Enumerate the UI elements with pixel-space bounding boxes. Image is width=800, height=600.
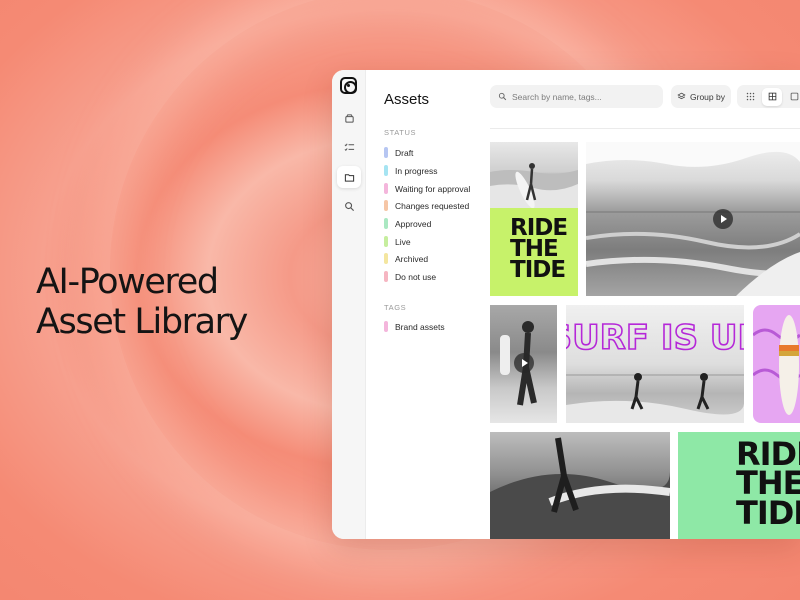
tag-label: Brand assets xyxy=(395,321,445,332)
headline-line-1: AI-Powered xyxy=(36,262,219,302)
surfboard-image xyxy=(753,315,800,415)
search-icon[interactable] xyxy=(337,195,361,217)
group-by-button[interactable]: Group by xyxy=(671,85,731,108)
play-icon[interactable] xyxy=(713,209,733,229)
status-item-approved[interactable]: Approved xyxy=(384,217,431,230)
play-icon[interactable] xyxy=(514,353,534,373)
view-grid-large-button[interactable] xyxy=(762,87,782,106)
status-dot xyxy=(384,218,388,229)
asset-tile-surfer-walking-video[interactable] xyxy=(490,305,557,423)
square-icon xyxy=(790,92,798,101)
poster-ride-the-tide-lime: RIDE THE TIDE xyxy=(510,216,568,284)
status-item-changes-requested[interactable]: Changes requested xyxy=(384,199,469,212)
main-content: Group by RIDE xyxy=(490,70,800,539)
status-item-do-not-use[interactable]: Do not use xyxy=(384,270,436,283)
logo-icon[interactable] xyxy=(340,77,357,94)
status-item-archived[interactable]: Archived xyxy=(384,252,428,265)
status-item-in-progress[interactable]: In progress xyxy=(384,164,438,177)
asset-tile-surfboard-pink[interactable] xyxy=(753,305,800,423)
asset-tile-ride-the-tide-lime[interactable]: RIDE THE TIDE xyxy=(490,208,578,296)
status-item-live[interactable]: Live xyxy=(384,235,411,248)
surfer-photo-image xyxy=(490,163,578,208)
status-label: Approved xyxy=(395,218,432,229)
app-window: Assets STATUS Draft In progress Waiting … xyxy=(332,70,800,539)
sidebar: Assets STATUS Draft In progress Waiting … xyxy=(366,70,490,539)
headline-line-2: Asset Library xyxy=(36,302,248,342)
status-dot xyxy=(384,165,388,176)
status-label: In progress xyxy=(395,165,438,176)
view-grid-small-button[interactable] xyxy=(740,88,760,106)
tag-dot xyxy=(384,321,388,332)
asset-tile-ocean-video[interactable] xyxy=(586,142,800,296)
status-dot xyxy=(384,271,388,282)
ocean-video-image xyxy=(586,142,800,296)
surf-is-up-text: SURF IS UP xyxy=(566,318,744,358)
folder-icon[interactable] xyxy=(337,166,361,188)
status-dot xyxy=(384,253,388,264)
status-label: Changes requested xyxy=(395,200,470,211)
group-by-label: Group by xyxy=(690,91,725,102)
status-label: Archived xyxy=(395,253,429,264)
view-single-button[interactable] xyxy=(784,88,800,106)
surfing-wave-image xyxy=(490,437,670,539)
view-switcher xyxy=(737,85,800,108)
checklist-icon[interactable] xyxy=(337,136,361,158)
inbox-icon[interactable] xyxy=(337,107,361,129)
surf-is-up-image: SURF IS UP xyxy=(566,317,744,423)
headline: AI-Powered Asset Library xyxy=(36,262,326,342)
status-label: Draft xyxy=(395,147,414,158)
asset-tile-surfing-wave[interactable] xyxy=(490,432,670,539)
status-item-waiting-for-approval[interactable]: Waiting for approval xyxy=(384,182,470,195)
search-input[interactable] xyxy=(512,91,652,102)
status-label: Do not use xyxy=(395,271,437,282)
tag-item-brand-assets[interactable]: Brand assets xyxy=(384,320,445,333)
status-item-draft[interactable]: Draft xyxy=(384,146,413,159)
poster-ride-the-tide-mint: RIDE THE TIDE xyxy=(736,438,800,532)
status-section-label: STATUS xyxy=(384,128,417,137)
search-bar[interactable] xyxy=(490,85,663,108)
poster-word: TIDE xyxy=(510,257,566,284)
status-dot xyxy=(384,236,388,247)
grid-small-icon xyxy=(746,92,754,101)
status-dot xyxy=(384,200,388,211)
search-icon xyxy=(498,92,507,101)
status-dot xyxy=(384,183,388,194)
status-label: Waiting for approval xyxy=(395,183,471,194)
tags-section-label: TAGS xyxy=(384,303,407,312)
status-dot xyxy=(384,147,388,158)
asset-tile-surf-is-up[interactable]: SURF IS UP xyxy=(566,305,744,423)
icon-rail xyxy=(332,70,366,539)
layers-icon xyxy=(677,92,686,100)
asset-tile-surfer-photo[interactable] xyxy=(490,142,578,208)
page-title: Assets xyxy=(384,91,430,108)
grid-large-icon xyxy=(768,92,776,101)
asset-tile-ride-the-tide-mint[interactable]: RIDE THE TIDE xyxy=(678,432,800,539)
poster-word: TIDE xyxy=(736,493,800,532)
status-label: Live xyxy=(395,236,411,247)
toolbar-divider xyxy=(490,128,800,129)
